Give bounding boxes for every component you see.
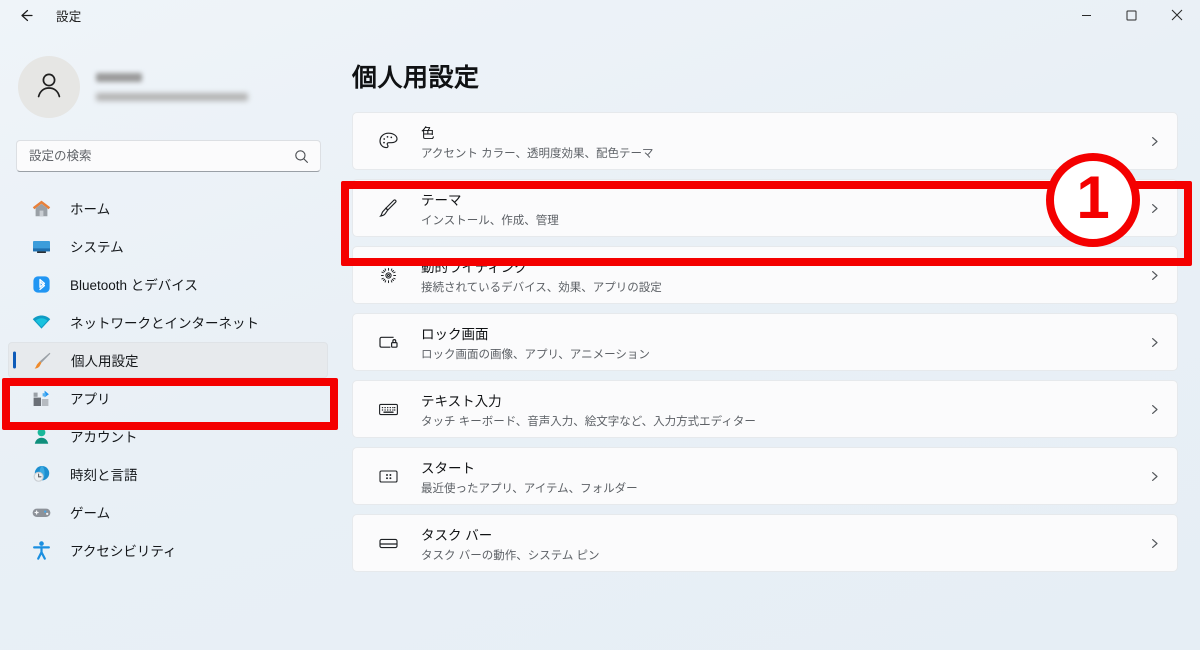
row-title: テーマ	[421, 192, 462, 208]
sidebar-item-home[interactable]: ホーム	[8, 190, 328, 226]
settings-row-lock-screen[interactable]: ロック画面 ロック画面の画像、アプリ、アニメーション	[352, 313, 1178, 371]
title-bar: 設定	[0, 0, 1200, 30]
row-title: スタート	[421, 460, 475, 476]
sidebar-item-personalization[interactable]: 個人用設定	[8, 342, 328, 378]
sidebar-item-label: アプリ	[70, 392, 111, 407]
sidebar-nav-list: ホーム システム Bluetooth とデバイス ネットワークとインターネット …	[0, 190, 338, 568]
page-title: 個人用設定	[352, 64, 480, 92]
minimize-icon	[1081, 10, 1092, 21]
maximize-button[interactable]	[1109, 0, 1154, 30]
sidebar-item-accessibility[interactable]: アクセシビリティ	[8, 532, 328, 568]
account-name-masked	[96, 73, 142, 82]
settings-row-text: テキスト入力 タッチ キーボード、音声入力、絵文字など、入力方式エディター	[421, 390, 1148, 429]
sidebar-item-label: ゲーム	[70, 506, 111, 521]
row-subtitle: インストール、作成、管理	[421, 214, 559, 227]
arrow-left-icon	[17, 7, 34, 24]
search-box[interactable]	[16, 140, 321, 172]
person-avatar-icon	[32, 68, 66, 107]
row-subtitle: タスク バーの動作、システム ピン	[421, 549, 600, 562]
chevron-right-icon	[1148, 269, 1161, 282]
sidebar-item-label: アカウント	[70, 430, 138, 445]
sidebar-item-bluetooth[interactable]: Bluetooth とデバイス	[8, 266, 328, 302]
chevron-right-icon	[1148, 336, 1161, 349]
row-title: タスク バー	[421, 527, 493, 543]
settings-row-themes[interactable]: テーマ インストール、作成、管理	[352, 179, 1178, 237]
sidebar-item-label: ネットワークとインターネット	[70, 316, 259, 331]
row-title: 色	[421, 125, 435, 141]
settings-row-taskbar[interactable]: タスク バー タスク バーの動作、システム ピン	[352, 514, 1178, 572]
sidebar-item-time-language[interactable]: 時刻と言語	[8, 456, 328, 492]
clock-globe-icon	[30, 463, 52, 485]
paintbrush-outline-icon	[373, 197, 403, 220]
sidebar-item-label: 時刻と言語	[70, 468, 138, 483]
settings-row-text: 色 アクセント カラー、透明度効果、配色テーマ	[421, 122, 1148, 161]
sidebar-item-gaming[interactable]: ゲーム	[8, 494, 328, 530]
avatar	[18, 56, 80, 118]
row-subtitle: ロック画面の画像、アプリ、アニメーション	[421, 348, 650, 361]
settings-row-text-input[interactable]: テキスト入力 タッチ キーボード、音声入力、絵文字など、入力方式エディター	[352, 380, 1178, 438]
close-icon	[1171, 9, 1183, 21]
chevron-right-icon	[1148, 470, 1161, 483]
settings-row-start[interactable]: スタート 最近使ったアプリ、アイテム、フォルダー	[352, 447, 1178, 505]
row-title: テキスト入力	[421, 393, 502, 409]
search-icon[interactable]	[294, 149, 320, 164]
account-profile[interactable]	[18, 56, 338, 118]
chevron-right-icon	[1148, 135, 1161, 148]
paintbrush-icon	[31, 349, 53, 371]
row-title: 動的ライティング	[421, 259, 528, 275]
sidebar-item-system[interactable]: システム	[8, 228, 328, 264]
settings-row-text: テーマ インストール、作成、管理	[421, 189, 1148, 228]
minimize-button[interactable]	[1064, 0, 1109, 30]
close-button[interactable]	[1154, 0, 1200, 30]
chevron-right-icon	[1148, 403, 1161, 416]
settings-row-text: タスク バー タスク バーの動作、システム ピン	[421, 524, 1148, 563]
row-title: ロック画面	[421, 326, 489, 342]
sidebar-item-apps[interactable]: アプリ	[8, 380, 328, 416]
sidebar-item-label: ホーム	[70, 202, 111, 217]
settings-row-colors[interactable]: 色 アクセント カラー、透明度効果、配色テーマ	[352, 112, 1178, 170]
settings-row-text: ロック画面 ロック画面の画像、アプリ、アニメーション	[421, 323, 1148, 362]
sidebar-item-network[interactable]: ネットワークとインターネット	[8, 304, 328, 340]
sidebar-item-label: アクセシビリティ	[70, 544, 177, 559]
sidebar-item-label: Bluetooth とデバイス	[70, 278, 198, 293]
settings-row-text: 動的ライティング 接続されているデバイス、効果、アプリの設定	[421, 256, 1148, 295]
window-title: 設定	[56, 9, 82, 24]
sidebar-item-label: システム	[70, 240, 124, 255]
account-person-icon	[30, 425, 52, 447]
wifi-icon	[30, 311, 52, 333]
start-menu-icon	[373, 465, 403, 488]
account-text	[96, 73, 248, 101]
keyboard-icon	[373, 398, 403, 421]
taskbar-icon	[373, 532, 403, 555]
row-subtitle: アクセント カラー、透明度効果、配色テーマ	[421, 147, 654, 160]
apps-icon	[30, 387, 52, 409]
sidebar-item-accounts[interactable]: アカウント	[8, 418, 328, 454]
maximize-icon	[1126, 10, 1137, 21]
chevron-right-icon	[1148, 202, 1161, 215]
dynamic-lighting-icon	[373, 264, 403, 287]
row-subtitle: タッチ キーボード、音声入力、絵文字など、入力方式エディター	[421, 415, 756, 428]
settings-window: 設定 設定の検索 ホーム システム Bluetooth とデバイス ネットワーク…	[0, 0, 1200, 650]
color-palette-icon	[373, 130, 403, 153]
lock-screen-icon	[373, 331, 403, 354]
settings-row-dynamic-lighting[interactable]: 動的ライティング 接続されているデバイス、効果、アプリの設定	[352, 246, 1178, 304]
accessibility-icon	[30, 539, 52, 561]
sidebar-item-label: 個人用設定	[71, 354, 139, 369]
settings-row-text: スタート 最近使ったアプリ、アイテム、フォルダー	[421, 457, 1148, 496]
search-input[interactable]	[17, 149, 294, 163]
home-icon	[30, 197, 52, 219]
sidebar: ホーム システム	[0, 30, 338, 650]
monitor-icon	[30, 235, 52, 257]
row-subtitle: 最近使ったアプリ、アイテム、フォルダー	[421, 482, 638, 495]
chevron-right-icon	[1148, 537, 1161, 550]
gamepad-icon	[30, 501, 52, 523]
bluetooth-icon	[30, 273, 52, 295]
account-email-masked	[96, 93, 248, 101]
back-button[interactable]	[8, 0, 42, 30]
main-content: 個人用設定 色 アクセント カラー、透明度効果、配色テーマ テーマ インストール…	[338, 30, 1200, 650]
row-subtitle: 接続されているデバイス、効果、アプリの設定	[421, 281, 662, 294]
